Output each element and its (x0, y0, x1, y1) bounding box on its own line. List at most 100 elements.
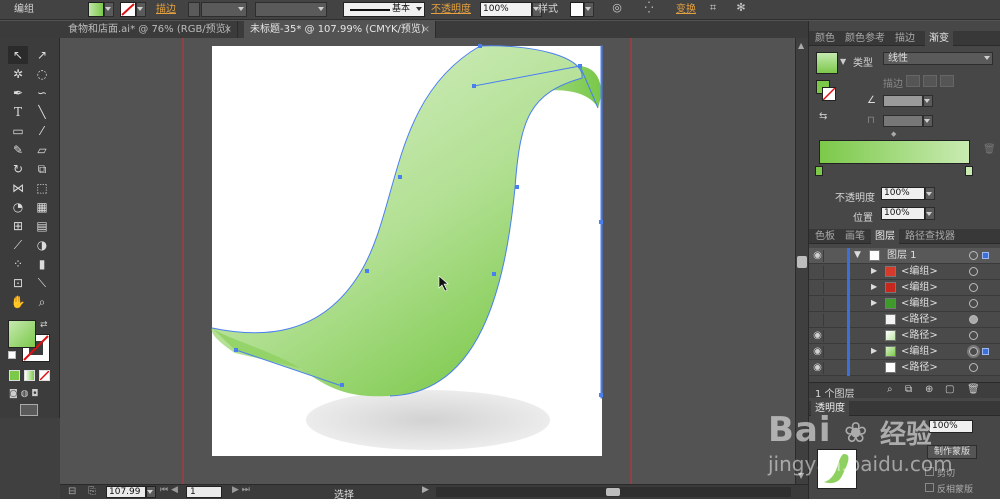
blend-tool-icon[interactable]: ◑ (32, 236, 52, 254)
locate-object-icon[interactable]: ⌕ (887, 384, 893, 395)
slice-tool-icon[interactable]: ⟍ (32, 274, 52, 292)
aspect-input[interactable] (883, 115, 923, 127)
transparency-opacity-input[interactable]: 100% (929, 420, 973, 433)
tab-color-guide[interactable]: 颜色参考 (841, 31, 889, 46)
make-mask-button[interactable]: 制作蒙版 (927, 445, 977, 459)
horizontal-scrollbar[interactable] (436, 487, 791, 497)
layer-name[interactable]: <路径> (901, 328, 938, 344)
brush-profile-dropdown[interactable]: 基本 (343, 2, 425, 17)
stroke-swatch[interactable] (120, 2, 136, 17)
delete-stop-icon[interactable]: 🗑 (983, 144, 996, 155)
next-artboard-icon[interactable]: ▶ ⏭ (232, 485, 250, 495)
layer-row-sub[interactable]: ◉ <路径> (809, 328, 1000, 344)
gradient-position-input[interactable]: 100% (881, 207, 925, 220)
canvas[interactable] (60, 38, 795, 484)
invert-mask-checkbox[interactable] (925, 483, 934, 492)
gradient-type-select[interactable]: 线性 (883, 52, 993, 65)
target-icon[interactable] (969, 347, 978, 356)
mesh-tool-icon[interactable]: ⊞ (8, 217, 28, 235)
expand-arrow-icon[interactable]: ▶ (871, 266, 877, 275)
target-icon[interactable] (969, 251, 978, 260)
fill-color-swatch[interactable] (8, 320, 36, 348)
none-mode-icon[interactable] (39, 370, 50, 381)
tab-transparency[interactable]: 透明度 (811, 401, 849, 416)
tab-doc-1[interactable]: 食物和店面.ai* @ 76% (RGB/预览) × (62, 21, 238, 38)
target-icon[interactable] (969, 331, 978, 340)
gradient-mode-icon[interactable] (24, 370, 35, 381)
shape-builder-tool-icon[interactable]: ◔ (8, 198, 28, 216)
layer-row-main[interactable]: ◉ ▼ 图层 1 (809, 248, 1000, 264)
layer-name[interactable]: <编组> (901, 344, 938, 360)
stroke-gradient-btn-3[interactable] (940, 75, 954, 87)
new-layer-icon[interactable]: ▢ (945, 384, 954, 395)
line-tool-icon[interactable]: ╲ (32, 103, 52, 121)
layer-name[interactable]: <编组> (901, 296, 938, 312)
layer-row-sub[interactable]: ▶ <编组> (809, 296, 1000, 312)
stroke-dropdown[interactable] (136, 2, 146, 17)
visibility-eye-icon[interactable] (812, 298, 824, 310)
layer-row-sub[interactable]: ◉ ▶ <编组> (809, 344, 1000, 360)
selection-indicator[interactable] (982, 348, 989, 355)
angle-dropdown[interactable] (923, 95, 933, 107)
style-swatch[interactable] (570, 2, 584, 17)
fill-swatch[interactable] (88, 2, 104, 17)
fill-dropdown[interactable] (104, 2, 114, 17)
gradient-position-dropdown[interactable] (925, 207, 935, 220)
visibility-eye-icon[interactable]: ◉ (812, 346, 824, 358)
visibility-eye-icon[interactable] (812, 314, 824, 326)
ribbon-shadow[interactable] (306, 390, 550, 450)
perspective-grid-tool-icon[interactable]: ▦ (32, 198, 52, 216)
target-icon[interactable] (969, 299, 978, 308)
transform-label[interactable]: 变换 (676, 2, 696, 17)
rectangle-tool-icon[interactable]: ▭ (8, 122, 28, 140)
artwork-svg[interactable] (60, 38, 795, 484)
selection-tool-icon[interactable]: ↖ (8, 46, 28, 64)
tab-brushes[interactable]: 画笔 (841, 229, 869, 244)
gradient-slider[interactable] (819, 140, 970, 164)
layer-name[interactable]: <路径> (901, 360, 938, 376)
stroke-mini-swatch[interactable] (822, 87, 836, 101)
tab-color[interactable]: 颜色 (811, 31, 839, 46)
gradient-preview-dropdown-icon[interactable]: ▼ (840, 57, 846, 66)
delete-layer-icon[interactable]: 🗑 (967, 384, 980, 395)
gradient-stop-right[interactable] (965, 166, 973, 176)
gradient-opacity-dropdown[interactable] (925, 187, 935, 200)
stroke-label[interactable]: 描边 (156, 2, 176, 17)
tab-doc-2[interactable]: 未标题-35* @ 107.99% (CMYK/预览) × (244, 21, 436, 38)
eraser-tool-icon[interactable]: ▱ (32, 141, 52, 159)
graph-tool-icon[interactable]: ▮ (32, 255, 52, 273)
width-tool-icon[interactable]: ⋈ (8, 179, 28, 197)
scroll-up-icon[interactable]: ▲ (798, 41, 804, 50)
layer-name[interactable]: 图层 1 (887, 248, 917, 264)
recolor-icon[interactable]: ◎ (610, 2, 624, 17)
curvature-tool-icon[interactable]: ∽ (32, 84, 52, 102)
clipping-mask-icon[interactable]: ⧉ (905, 384, 912, 395)
expand-arrow-icon[interactable]: ▶ (871, 298, 877, 307)
transparency-thumbnail[interactable] (817, 449, 857, 489)
scroll-down-icon[interactable]: ▼ (798, 471, 804, 480)
style-dropdown[interactable] (584, 2, 594, 17)
gradient-tool-icon[interactable]: ▤ (32, 217, 52, 235)
pen-tool-icon[interactable]: ✒ (8, 84, 28, 102)
visibility-eye-icon[interactable]: ◉ (812, 250, 824, 262)
target-icon[interactable] (969, 363, 978, 372)
symbol-sprayer-tool-icon[interactable]: ⁘ (8, 255, 28, 273)
target-icon[interactable] (969, 283, 978, 292)
visibility-eye-icon[interactable]: ◉ (812, 330, 824, 342)
expand-arrow-icon[interactable]: ▼ (854, 250, 861, 260)
selection-indicator[interactable] (982, 252, 989, 259)
export-icon[interactable]: ⎘ (88, 486, 96, 497)
artboard-tool-icon[interactable]: ⊡ (8, 274, 28, 292)
isolate-icon[interactable]: ⌗ (706, 2, 720, 17)
stroke-gradient-btn-2[interactable] (923, 75, 937, 87)
paintbrush-tool-icon[interactable]: ⁄ (32, 122, 52, 140)
zoom-tool-icon[interactable]: ⌕ (32, 293, 52, 311)
opacity-input[interactable]: 100% (480, 2, 532, 17)
layer-row-sub[interactable]: ◉ <路径> (809, 360, 1000, 376)
expand-arrow-icon[interactable]: ▶ (871, 282, 877, 291)
layer-name[interactable]: <路径> (901, 312, 938, 328)
opacity-label[interactable]: 不透明度 (431, 2, 471, 17)
hand-tool-icon[interactable]: ✋ (8, 293, 28, 311)
stroke-gradient-btn-1[interactable] (906, 75, 920, 87)
default-colors-icon[interactable] (8, 351, 16, 359)
